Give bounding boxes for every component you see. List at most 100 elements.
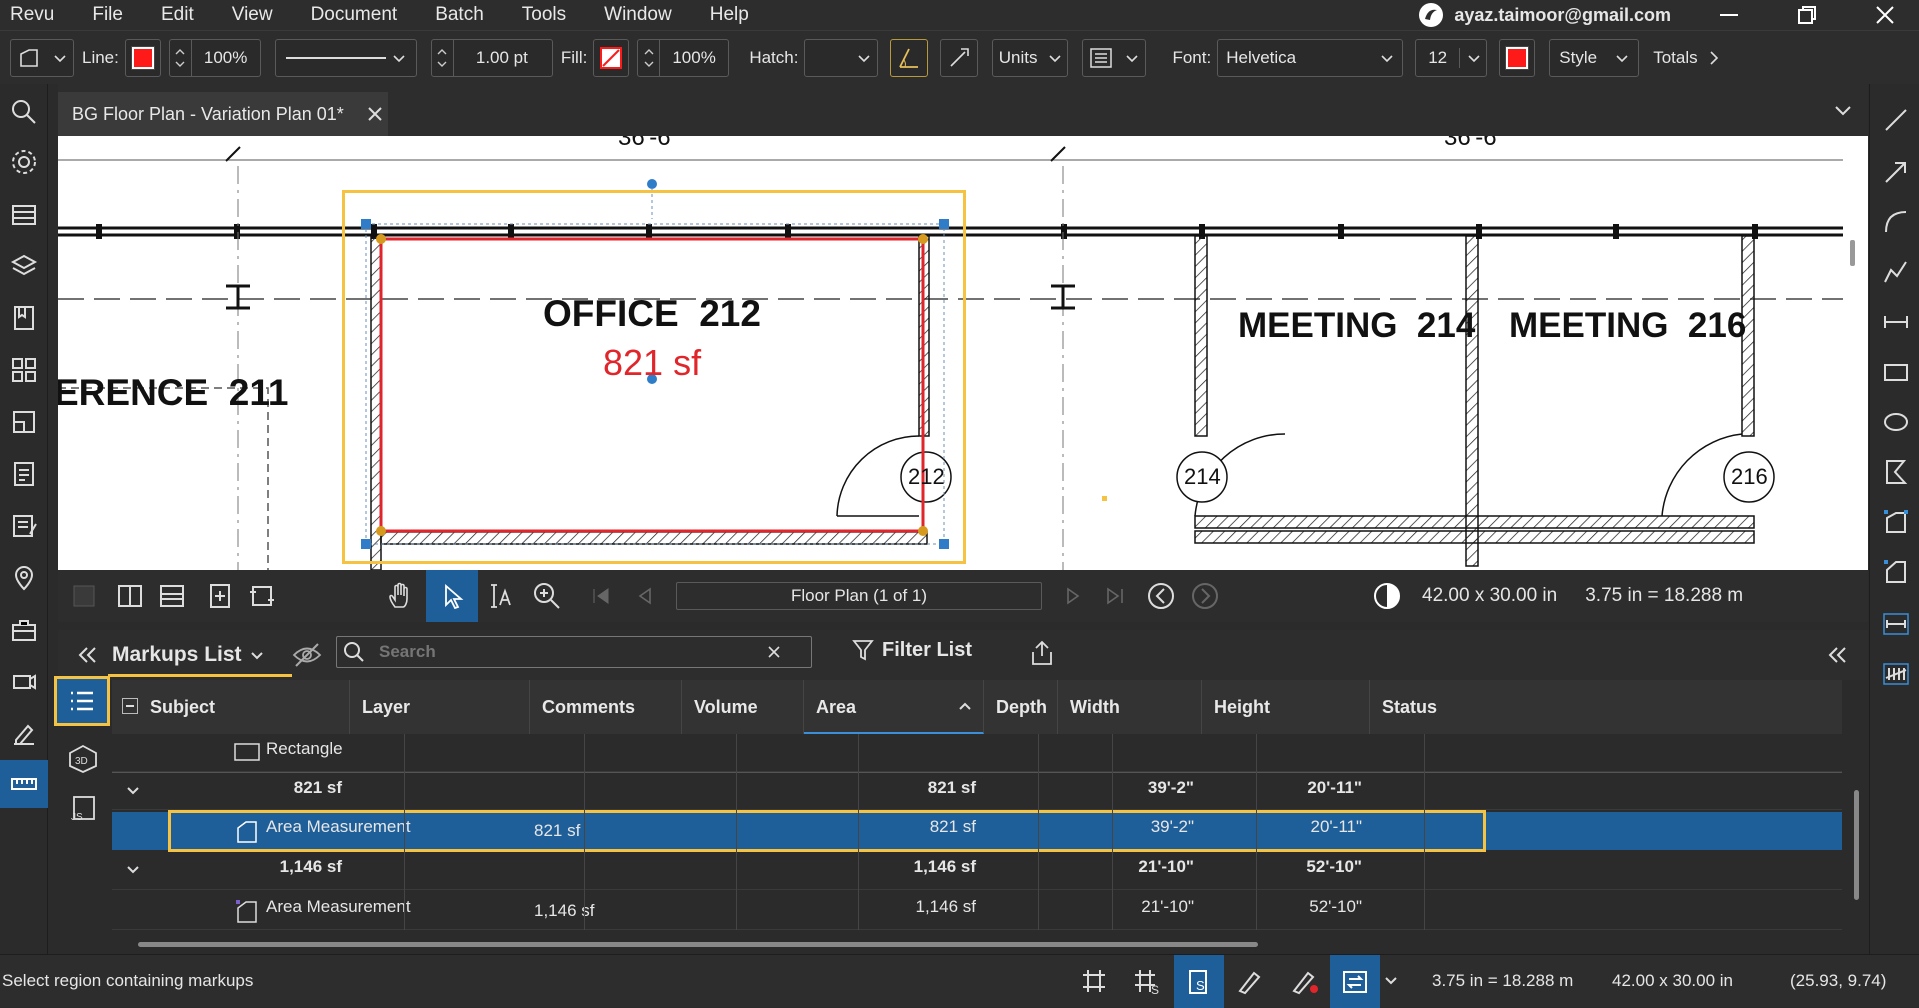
- select-text-icon[interactable]: [486, 581, 516, 611]
- fill-opacity-spinner[interactable]: 100%: [637, 38, 730, 77]
- first-page-icon[interactable]: [590, 585, 612, 607]
- font-dropdown[interactable]: Helvetica: [1217, 38, 1404, 77]
- units-dropdown[interactable]: Units: [992, 38, 1069, 77]
- account-logo-icon[interactable]: [1418, 2, 1444, 28]
- measure-perimeter-icon[interactable]: [1882, 558, 1910, 586]
- column-header-volume[interactable]: Volume: [682, 680, 804, 734]
- spinner-arrows[interactable]: [432, 39, 454, 76]
- table-row[interactable]: Rectangle: [112, 734, 1842, 772]
- menu-document[interactable]: Document: [292, 0, 417, 30]
- markup-type-dropdown[interactable]: [10, 38, 74, 77]
- calibrate-button[interactable]: [940, 38, 979, 77]
- text-color-button[interactable]: [1499, 38, 1536, 77]
- spinner-arrows[interactable]: [170, 39, 192, 76]
- line-width-spinner[interactable]: 1.00 pt: [430, 38, 553, 77]
- chevron-down-icon[interactable]: [126, 785, 140, 797]
- collapse-left-icon[interactable]: [78, 646, 98, 664]
- forms-icon[interactable]: [10, 512, 38, 540]
- column-header-comments[interactable]: Comments: [530, 680, 682, 734]
- dimension-tool-icon[interactable]: [1882, 308, 1910, 336]
- insert-page-icon[interactable]: [206, 582, 234, 610]
- vertical-scrollbar[interactable]: [1850, 240, 1855, 266]
- layers-icon[interactable]: [10, 252, 38, 280]
- studio-icon[interactable]: [10, 668, 38, 696]
- sync-view-icon[interactable]: [248, 582, 276, 610]
- chevron-down-icon[interactable]: [126, 864, 140, 876]
- user-email[interactable]: ayaz.taimoor@gmail.com: [1454, 5, 1671, 26]
- snap-to-content-button[interactable]: S: [1174, 955, 1224, 1008]
- room-name-meeting-216[interactable]: MEETING 216: [1509, 306, 1746, 346]
- room-name-meeting-214[interactable]: MEETING 214: [1238, 306, 1475, 346]
- menu-tools[interactable]: Tools: [503, 0, 585, 30]
- collapse-all-button[interactable]: [122, 698, 138, 714]
- ellipse-tool-icon[interactable]: [1882, 408, 1910, 436]
- arrow-tool-icon[interactable]: [1882, 158, 1910, 186]
- maximize-button[interactable]: [1773, 0, 1841, 30]
- script-js-icon[interactable]: JS: [68, 794, 98, 824]
- style-dropdown[interactable]: Style: [1549, 38, 1640, 77]
- rectangle-tool-icon[interactable]: [1882, 358, 1910, 386]
- menu-revu[interactable]: Revu: [0, 0, 73, 30]
- snap-to-grid-icon[interactable]: S: [1132, 967, 1162, 995]
- filter-list-button[interactable]: Filter List: [852, 638, 972, 662]
- text-align-dropdown[interactable]: [1082, 38, 1147, 77]
- search-input[interactable]: [379, 642, 759, 662]
- sort-ascending-icon[interactable]: [958, 700, 972, 712]
- toolbox-icon[interactable]: [10, 616, 38, 644]
- fill-color-button[interactable]: [593, 38, 630, 77]
- measure-length-icon[interactable]: [1882, 610, 1910, 638]
- polygon-tool-icon[interactable]: [1882, 458, 1910, 486]
- previous-view-icon[interactable]: [1146, 581, 1176, 611]
- grid-icon[interactable]: [1080, 967, 1108, 995]
- next-view-icon[interactable]: [1190, 581, 1220, 611]
- file-access-icon[interactable]: [10, 460, 38, 488]
- count-tool-icon[interactable]: [1882, 660, 1910, 688]
- menu-file[interactable]: File: [73, 0, 142, 30]
- contrast-icon[interactable]: [1372, 581, 1402, 611]
- zoom-icon[interactable]: [532, 581, 562, 611]
- markups-list-dropdown[interactable]: Markups List: [112, 636, 264, 674]
- single-page-icon[interactable]: [70, 582, 98, 610]
- search-box[interactable]: [336, 636, 812, 668]
- split-vertical-icon[interactable]: [116, 582, 144, 610]
- group-row[interactable]: 1,146 sf 1,146 sf 21'-10" 52'-10": [112, 852, 1842, 890]
- line-tool-icon[interactable]: [1882, 106, 1910, 134]
- group-row[interactable]: 821 sf 821 sf 39'-2" 20'-11": [112, 772, 1842, 810]
- settings-gear-icon[interactable]: [10, 148, 38, 176]
- arc-tool-icon[interactable]: [1882, 208, 1910, 236]
- split-horizontal-icon[interactable]: [158, 582, 186, 610]
- column-header-area[interactable]: Area: [804, 680, 984, 734]
- column-header-layer[interactable]: Layer: [350, 680, 530, 734]
- sync-button[interactable]: [1330, 955, 1380, 1008]
- page-indicator[interactable]: Floor Plan (1 of 1): [676, 582, 1042, 610]
- chevron-right-icon[interactable]: [1706, 48, 1722, 68]
- snap-to-markup-icon[interactable]: [1236, 967, 1266, 995]
- horizontal-scrollbar[interactable]: [138, 942, 1258, 947]
- measure-tool-button[interactable]: [890, 38, 929, 77]
- measurements-tab[interactable]: [0, 760, 48, 808]
- hatch-dropdown[interactable]: [804, 38, 879, 77]
- thumbnails-icon[interactable]: [10, 356, 38, 384]
- tool-chest-icon[interactable]: [10, 200, 38, 228]
- measure-area-icon[interactable]: [1882, 508, 1910, 536]
- line-style-dropdown[interactable]: [274, 38, 417, 77]
- document-tab[interactable]: BG Floor Plan - Variation Plan 01*: [58, 92, 388, 136]
- previous-page-icon[interactable]: [634, 585, 656, 607]
- menu-help[interactable]: Help: [691, 0, 768, 30]
- reuse-markup-icon[interactable]: [1290, 967, 1320, 995]
- close-window-button[interactable]: [1851, 0, 1919, 30]
- select-tool-button[interactable]: [426, 570, 478, 622]
- clear-search-icon[interactable]: [767, 645, 781, 659]
- menu-view[interactable]: View: [213, 0, 292, 30]
- menu-window[interactable]: Window: [585, 0, 691, 30]
- totals-button[interactable]: Totals: [1653, 48, 1697, 68]
- spinner-arrows[interactable]: [638, 39, 661, 76]
- pan-hand-icon[interactable]: [386, 581, 416, 611]
- polyline-tool-icon[interactable]: [1882, 258, 1910, 286]
- hide-markups-icon[interactable]: [292, 642, 322, 668]
- next-page-icon[interactable]: [1062, 585, 1084, 607]
- signatures-icon[interactable]: [10, 720, 38, 748]
- column-header-height[interactable]: Height: [1202, 680, 1370, 734]
- 3d-view-icon[interactable]: 3D: [68, 744, 98, 774]
- close-tab-icon[interactable]: [366, 105, 384, 123]
